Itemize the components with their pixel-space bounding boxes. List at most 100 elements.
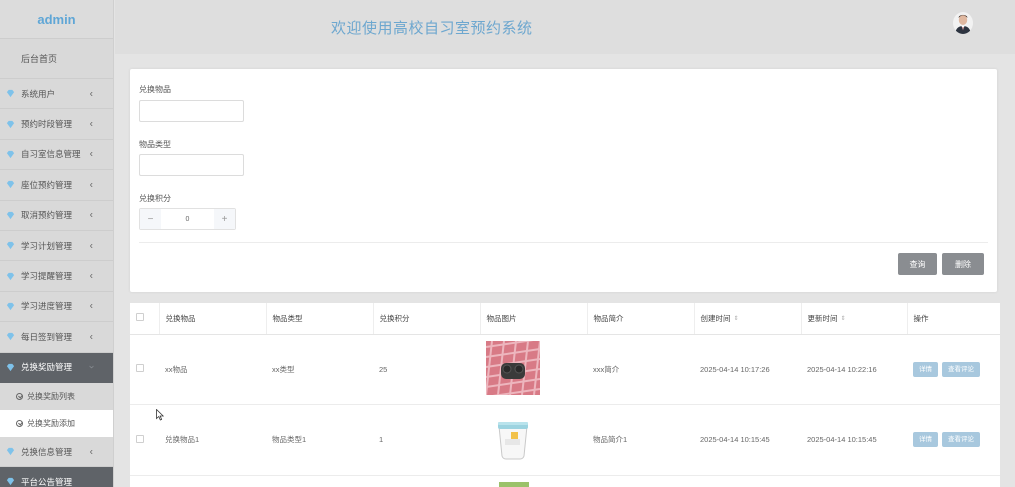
table-row: xx物品 xx类型 25 xxx简介 2025-04-14 10:17:26 2… xyxy=(130,334,1000,405)
plus-icon[interactable]: + xyxy=(214,209,235,229)
sidebar-subitem-reward-list[interactable]: 兑换奖励列表 xyxy=(0,383,113,410)
diamond-icon xyxy=(6,333,15,341)
check-circle-icon xyxy=(16,392,23,400)
column-header-sortable[interactable]: 更新时间 ⇕ xyxy=(801,303,908,335)
mouse-cursor-icon xyxy=(156,409,164,421)
minus-icon[interactable]: − xyxy=(140,209,161,229)
sidebar-item-reward-exchange[interactable]: 兑换奖励管理 ‹ xyxy=(0,352,113,383)
sort-caret-icon[interactable]: ⇕ xyxy=(841,315,846,322)
chevron-left-icon: ‹ xyxy=(89,88,93,100)
sidebar-item-seat-reservation[interactable]: 座位预约管理 ‹ xyxy=(0,170,113,201)
column-header-label: 更新时间 xyxy=(807,313,838,323)
diamond-icon xyxy=(6,272,15,280)
points-stepper: − 0 + xyxy=(139,208,236,230)
sidebar-item-study-reminder[interactable]: 学习提醒管理 ‹ xyxy=(0,261,113,292)
sidebar-subitem-label: 兑换奖励添加 xyxy=(27,418,75,428)
query-button[interactable]: 查询 xyxy=(898,253,937,275)
sidebar-item-daily-checkin[interactable]: 每日签到管理 ‹ xyxy=(0,322,113,353)
cell-image xyxy=(480,475,587,487)
column-header: 物品图片 xyxy=(480,303,588,335)
sidebar-item-label: 学习提醒管理 xyxy=(21,271,73,282)
cell-image xyxy=(480,334,587,405)
sidebar-item-label: 学习进度管理 xyxy=(21,301,73,312)
sidebar-item-exchange-info[interactable]: 兑换信息管理 ‹ xyxy=(0,437,113,468)
diamond-icon xyxy=(6,242,15,250)
select-all-checkbox-cell xyxy=(130,303,160,335)
chevron-down-icon: ‹ xyxy=(85,365,97,369)
table-row-partial xyxy=(130,475,1000,487)
diamond-icon xyxy=(6,302,15,311)
chevron-left-icon: ‹ xyxy=(89,148,93,160)
diamond-icon xyxy=(6,211,15,219)
sidebar-item-label: 系统用户 xyxy=(21,88,56,99)
row-checkbox[interactable] xyxy=(136,364,144,372)
chevron-left-icon: ‹ xyxy=(89,446,93,458)
table-row: 兑换物品1 物品类型1 1 物品简介1 2025-04-14 10:15:45 … xyxy=(130,404,1000,476)
cell-updated: 2025-04-14 10:15:45 xyxy=(801,404,907,476)
item-image-partial xyxy=(499,482,529,487)
sidebar-item-label: 平台公告管理 xyxy=(21,476,73,487)
brand-title: admin xyxy=(0,0,113,39)
detail-button[interactable]: 详情 xyxy=(913,361,938,377)
cell-created: 2025-04-14 10:17:26 xyxy=(694,334,801,405)
item-image-container xyxy=(486,411,540,466)
select-all-checkbox[interactable] xyxy=(136,313,144,322)
avatar[interactable] xyxy=(953,12,973,34)
user-avatar-icon xyxy=(953,12,973,34)
diamond-icon xyxy=(6,120,15,128)
sidebar: admin 后台首页 系统用户 ‹ 预约时段管理 ‹ 自习室信息管理 ‹ 座位预… xyxy=(0,0,114,487)
detail-button[interactable]: 详情 xyxy=(913,432,938,447)
sidebar-item-time-slots[interactable]: 预约时段管理 ‹ xyxy=(0,109,113,140)
diamond-icon xyxy=(6,447,15,456)
chevron-left-icon: ‹ xyxy=(89,209,93,221)
cell-points: 1 xyxy=(373,404,480,476)
cell-actions: 详情 查看评论 xyxy=(907,404,1000,476)
sidebar-item-label: 取消预约管理 xyxy=(21,210,73,221)
sidebar-item-label: 每日签到管理 xyxy=(21,331,73,342)
item-type-input[interactable] xyxy=(139,154,244,176)
points-stepper-value[interactable]: 0 xyxy=(161,209,214,229)
sidebar-subitem-label: 兑换奖励列表 xyxy=(27,391,75,401)
sidebar-subitem-reward-add[interactable]: 兑换奖励添加 xyxy=(0,409,113,437)
column-header-sortable[interactable]: 创建时间 ⇕ xyxy=(694,303,802,335)
data-table: 兑换物品 物品类型 兑换积分 物品图片 物品简介 创建时间 ⇕ 更新时间 ⇕ 操作 … xyxy=(130,303,1000,487)
item-name-input[interactable] xyxy=(139,100,244,122)
divider xyxy=(139,242,988,243)
page-title: 欢迎使用高校自习室预约系统 xyxy=(331,20,533,37)
view-comments-button[interactable]: 查看评论 xyxy=(942,432,980,447)
sidebar-item-announcements[interactable]: 平台公告管理 xyxy=(0,467,113,487)
delete-button[interactable]: 删除 xyxy=(942,253,984,275)
row-checkbox-cell xyxy=(130,334,159,405)
check-circle-icon xyxy=(16,419,23,427)
sidebar-item-label: 自习室信息管理 xyxy=(21,149,81,160)
diamond-icon xyxy=(6,478,15,486)
cell-points: 25 xyxy=(373,334,480,405)
column-header: 兑换物品 xyxy=(159,303,267,335)
sidebar-item-cancel-reservation[interactable]: 取消预约管理 ‹ xyxy=(0,201,113,231)
cell-actions: 详情 查看评论 xyxy=(907,334,1000,405)
view-comments-button[interactable]: 查看评论 xyxy=(942,361,980,377)
sidebar-item-study-plan[interactable]: 学习计划管理 ‹ xyxy=(0,231,113,262)
chevron-left-icon: ‹ xyxy=(89,300,93,312)
sidebar-item-study-rooms[interactable]: 自习室信息管理 ‹ xyxy=(0,140,113,171)
item-image-earbuds xyxy=(485,338,541,398)
sort-caret-icon[interactable]: ⇕ xyxy=(734,315,739,322)
sidebar-item-label: 兑换奖励管理 xyxy=(21,362,73,373)
diamond-icon xyxy=(6,181,15,189)
column-header: 操作 xyxy=(907,303,1000,335)
cell-item-type: xx类型 xyxy=(266,334,373,405)
row-checkbox-cell xyxy=(130,404,159,476)
sidebar-item-home[interactable]: 后台首页 xyxy=(0,39,113,79)
cell-created: 2025-04-14 10:15:45 xyxy=(694,404,801,476)
column-header-label: 创建时间 xyxy=(700,313,731,323)
sidebar-item-system-users[interactable]: 系统用户 ‹ xyxy=(0,79,113,110)
chevron-left-icon: ‹ xyxy=(89,179,93,191)
sidebar-item-study-progress[interactable]: 学习进度管理 ‹ xyxy=(0,292,113,323)
sidebar-item-label: 座位预约管理 xyxy=(21,179,73,190)
chevron-left-icon: ‹ xyxy=(89,331,93,343)
table-header-row: 兑换物品 物品类型 兑换积分 物品图片 物品简介 创建时间 ⇕ 更新时间 ⇕ 操作 xyxy=(130,303,1000,335)
chevron-left-icon: ‹ xyxy=(89,118,93,130)
item-name-label: 兑换物品 xyxy=(139,85,171,94)
item-type-label: 物品类型 xyxy=(139,140,171,149)
row-checkbox[interactable] xyxy=(136,434,144,443)
